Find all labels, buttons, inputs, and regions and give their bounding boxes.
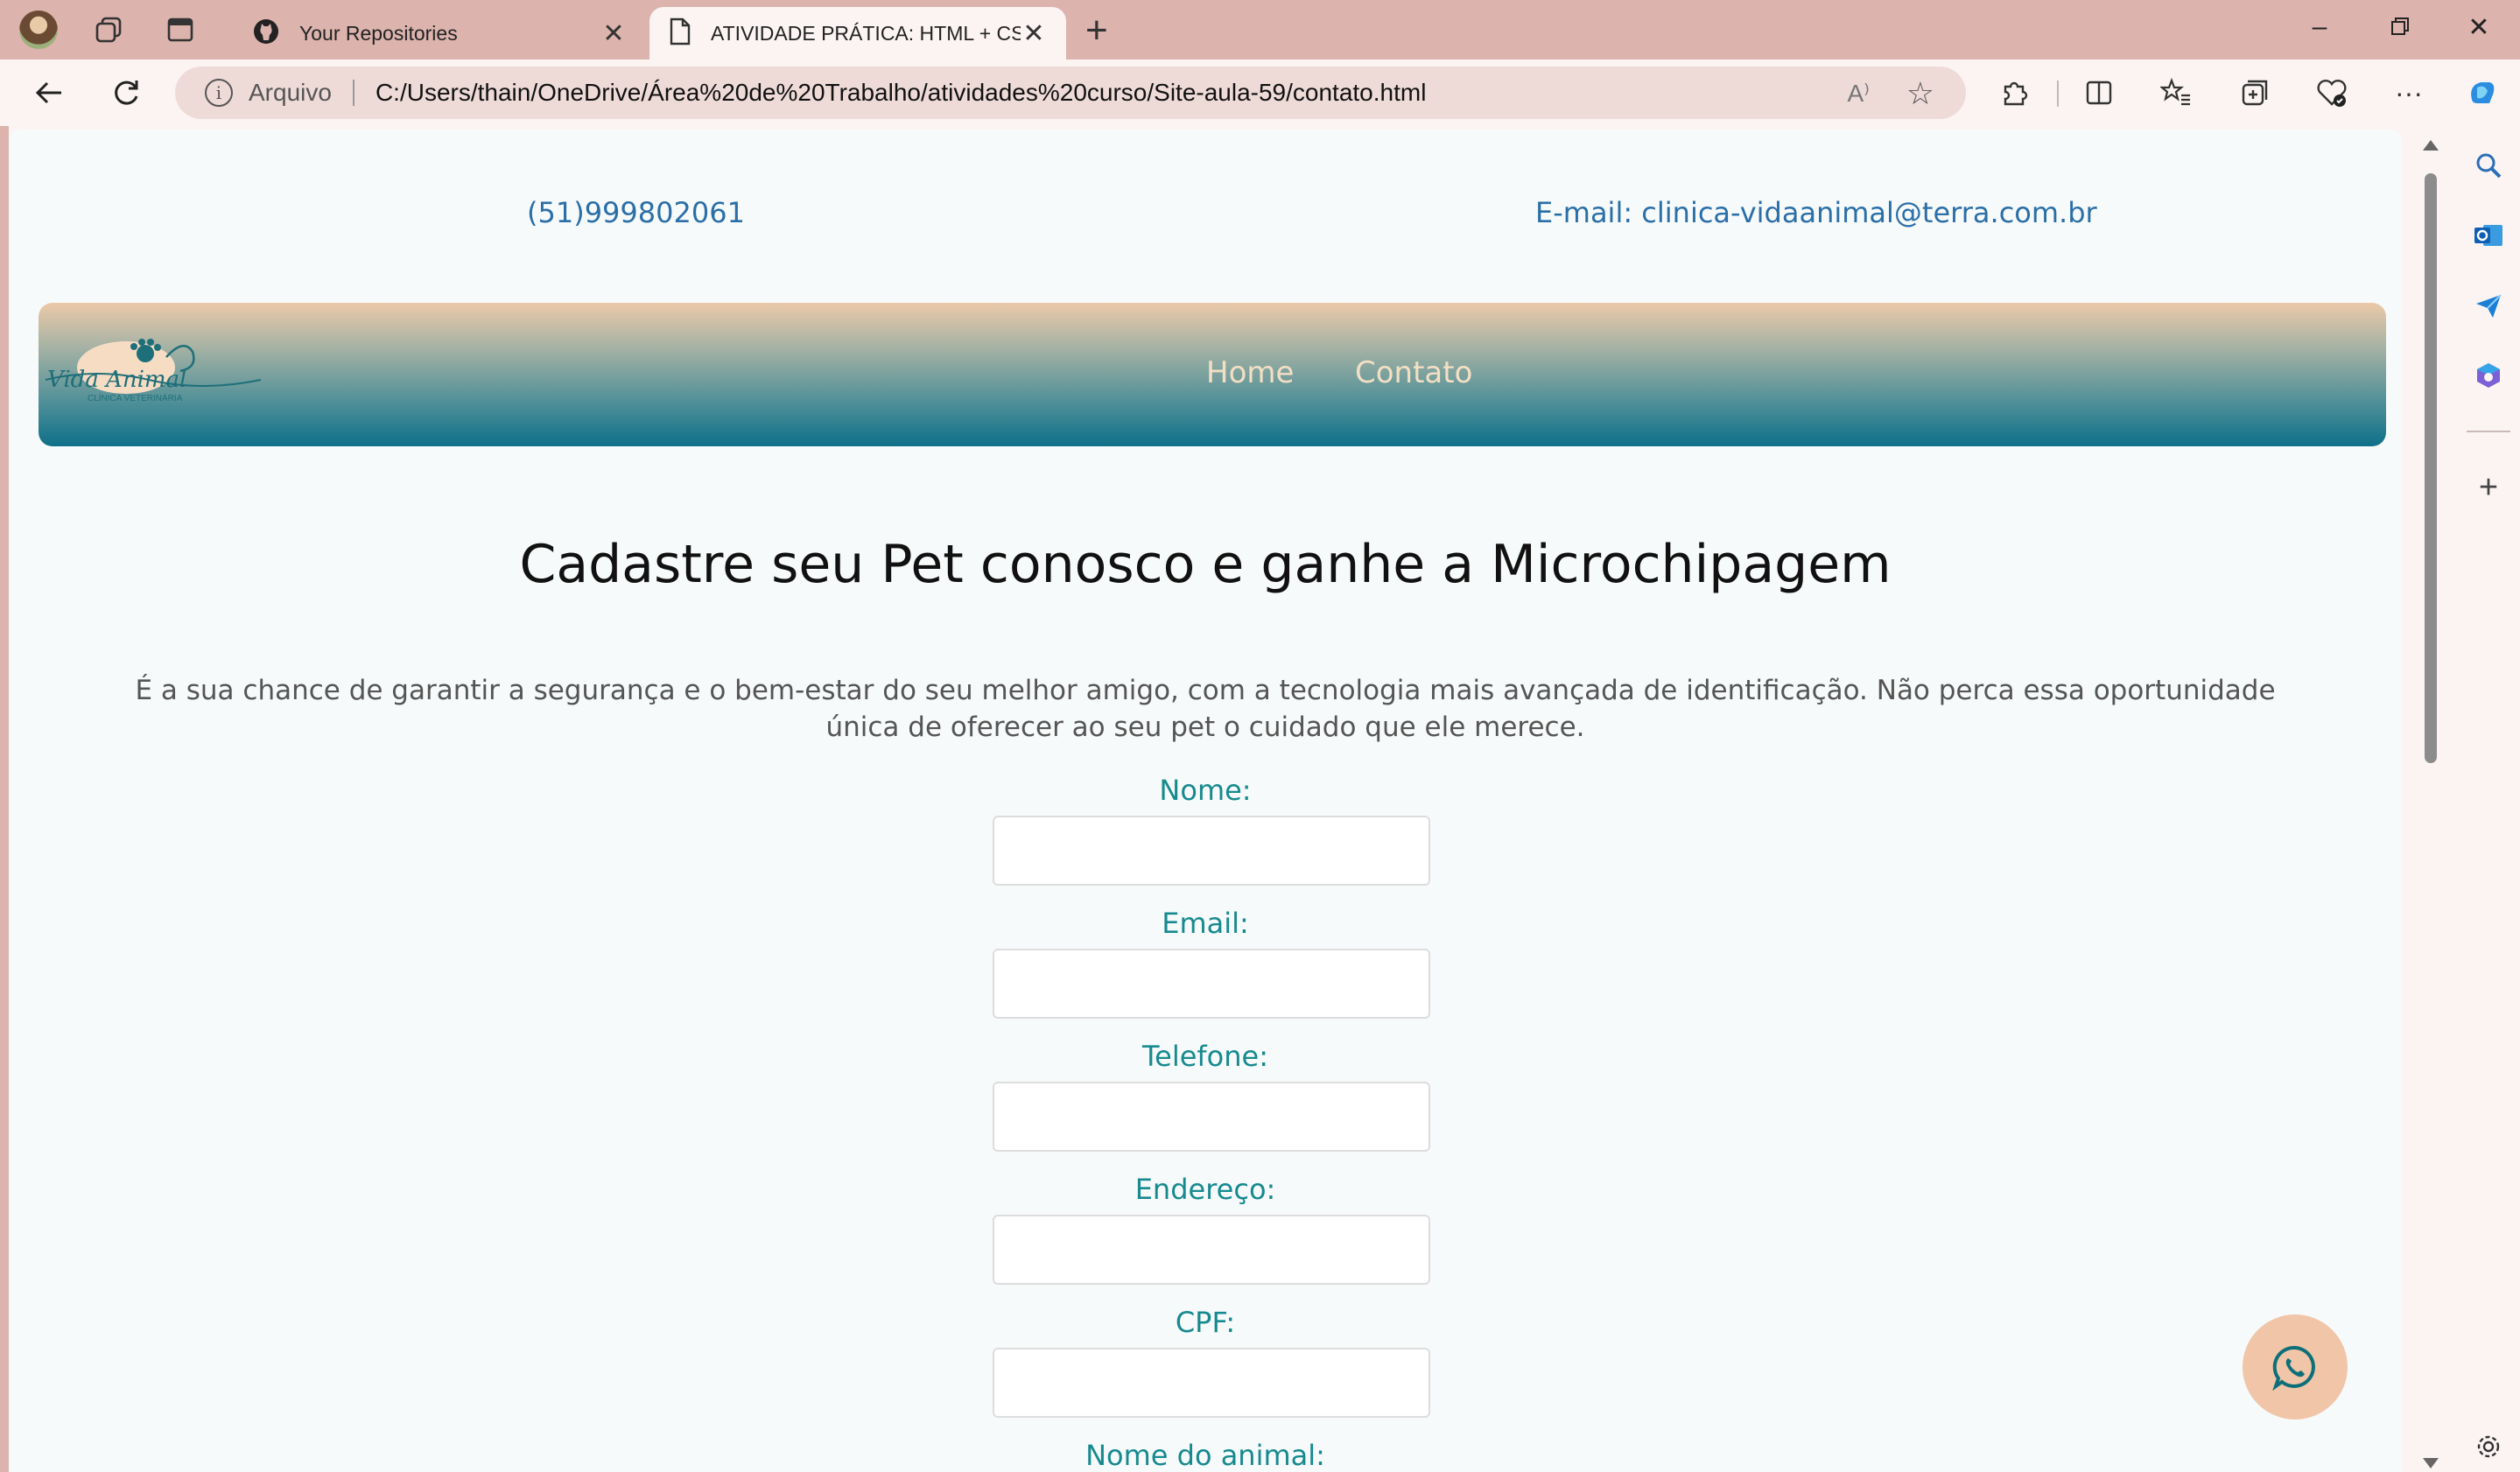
back-button[interactable] bbox=[28, 72, 70, 114]
add-sidebar-app-icon[interactable]: + bbox=[2472, 469, 2505, 506]
outlook-icon[interactable] bbox=[2472, 219, 2505, 252]
github-icon bbox=[252, 18, 280, 50]
url-text[interactable]: C:/Users/thain/OneDrive/Área%20de%20Trab… bbox=[376, 79, 1427, 107]
toolbar-divider bbox=[2057, 81, 2059, 107]
nome-input[interactable] bbox=[993, 816, 1430, 886]
tab-your-repositories[interactable]: Your Repositories ✕ bbox=[233, 7, 646, 60]
collections-icon[interactable] bbox=[2237, 75, 2272, 110]
site-navbar: Vida Animal CLÍNICA VETERINÁRIA Home Con… bbox=[39, 303, 2386, 446]
label-telefone: Telefone: bbox=[1142, 1040, 1268, 1073]
favorite-star-icon[interactable]: ☆ bbox=[1906, 75, 1934, 112]
protocol-label: Arquivo bbox=[249, 79, 332, 106]
nav-contato[interactable]: Contato bbox=[1355, 355, 1472, 390]
address-bar[interactable]: i Arquivo C:/Users/thain/OneDrive/Área%2… bbox=[175, 67, 1966, 119]
favorites-icon[interactable] bbox=[2158, 75, 2194, 110]
label-nome-do-animal: Nome do animal: bbox=[1085, 1439, 1325, 1472]
minimize-button[interactable]: – bbox=[2300, 12, 2339, 42]
copilot-icon[interactable] bbox=[2465, 75, 2500, 110]
webpage: (51)999802061 E-mail: clinica-vidaanimal… bbox=[9, 130, 2402, 1472]
workspaces-icon[interactable] bbox=[91, 12, 126, 47]
site-info-icon[interactable]: i bbox=[205, 79, 233, 107]
vertical-tabs-icon[interactable] bbox=[163, 12, 198, 47]
close-icon[interactable]: ✕ bbox=[1021, 18, 1047, 49]
svg-text:CLÍNICA VETERINÁRIA: CLÍNICA VETERINÁRIA bbox=[88, 392, 183, 403]
more-options-icon[interactable]: ··· bbox=[2391, 75, 2426, 110]
microsoft-365-icon[interactable] bbox=[2472, 359, 2505, 392]
telefone-input[interactable] bbox=[993, 1082, 1430, 1152]
browser-tabstrip: Your Repositories ✕ ATIVIDADE PRÁTICA: H… bbox=[0, 0, 2520, 60]
reload-button[interactable] bbox=[105, 72, 147, 114]
split-screen-icon[interactable] bbox=[2081, 75, 2116, 110]
extensions-icon[interactable] bbox=[1997, 75, 2032, 110]
endereco-input[interactable] bbox=[993, 1215, 1430, 1285]
close-icon[interactable]: ✕ bbox=[600, 18, 627, 49]
edge-sidebar: + bbox=[2456, 126, 2520, 1472]
vertical-scrollbar[interactable] bbox=[2418, 135, 2444, 1472]
profile-avatar[interactable] bbox=[19, 11, 58, 49]
label-cpf: CPF: bbox=[1175, 1306, 1236, 1339]
read-aloud-icon[interactable]: A⁾ bbox=[1847, 79, 1870, 108]
email-contact: E-mail: clinica-vidaanimal@terra.com.br bbox=[1535, 196, 2097, 229]
sidebar-settings-icon[interactable] bbox=[2472, 1430, 2505, 1463]
whatsapp-icon bbox=[2272, 1345, 2315, 1391]
restore-button[interactable] bbox=[2381, 16, 2419, 43]
scroll-down-arrow-icon[interactable] bbox=[2423, 1458, 2439, 1468]
nav-home[interactable]: Home bbox=[1206, 355, 1294, 390]
intro-paragraph: É a sua chance de garantir a segurança e… bbox=[135, 675, 2276, 743]
email-input[interactable] bbox=[993, 949, 1430, 1019]
scrollbar-thumb[interactable] bbox=[2425, 173, 2437, 763]
sidebar-divider bbox=[2467, 431, 2510, 432]
browser-essentials-icon[interactable] bbox=[2314, 75, 2349, 110]
vida-animal-logo[interactable]: Vida Animal CLÍNICA VETERINÁRIA bbox=[44, 333, 263, 411]
scroll-up-arrow-icon[interactable] bbox=[2423, 140, 2439, 151]
back-arrow-icon bbox=[35, 81, 61, 104]
close-window-button[interactable]: ✕ bbox=[2460, 12, 2498, 43]
phone-number: (51)999802061 bbox=[527, 196, 745, 229]
label-endereco: Endereço: bbox=[1134, 1173, 1276, 1206]
reload-icon bbox=[115, 81, 138, 105]
send-icon[interactable] bbox=[2472, 289, 2505, 322]
browser-toolbar: i Arquivo C:/Users/thain/OneDrive/Área%2… bbox=[0, 60, 2520, 126]
page-title: Cadastre seu Pet conosco e ganhe a Micro… bbox=[519, 534, 1892, 595]
new-tab-button[interactable]: + bbox=[1085, 9, 1108, 53]
tab-atividade-pratica[interactable]: ATIVIDADE PRÁTICA: HTML + CSS ✕ bbox=[649, 7, 1066, 60]
cpf-input[interactable] bbox=[993, 1348, 1430, 1418]
tab-title: Your Repositories bbox=[299, 21, 458, 45]
whatsapp-button[interactable] bbox=[2243, 1314, 2348, 1419]
address-separator bbox=[352, 80, 354, 106]
label-nome: Nome: bbox=[1159, 774, 1252, 807]
label-email: Email: bbox=[1162, 907, 1249, 940]
document-icon bbox=[669, 18, 691, 50]
svg-text:Vida Animal: Vida Animal bbox=[47, 367, 186, 393]
tab-title: ATIVIDADE PRÁTICA: HTML + CSS bbox=[711, 21, 1021, 45]
search-icon[interactable] bbox=[2472, 149, 2505, 182]
page-viewport: (51)999802061 E-mail: clinica-vidaanimal… bbox=[9, 126, 2456, 1472]
